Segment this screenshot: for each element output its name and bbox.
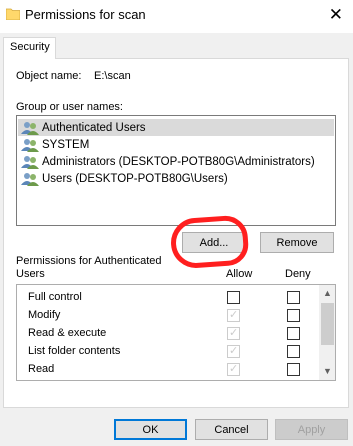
title-bar: Permissions for scan ✕ bbox=[0, 0, 353, 33]
permission-name: Full control bbox=[28, 291, 82, 303]
user-label: Administrators (DESKTOP-POTB80G\Administ… bbox=[42, 155, 315, 168]
allow-column-header: Allow bbox=[226, 268, 253, 280]
deny-checkbox[interactable] bbox=[287, 309, 300, 322]
checkmark-icon: ✓ bbox=[229, 309, 239, 321]
user-group-icon bbox=[21, 155, 39, 169]
permission-name: Read bbox=[28, 363, 55, 375]
user-group-icon bbox=[21, 121, 39, 135]
scroll-thumb[interactable] bbox=[321, 303, 334, 345]
user-label: Authenticated Users bbox=[42, 121, 146, 134]
checkmark-icon: ✓ bbox=[229, 363, 239, 375]
permission-name: Modify bbox=[28, 309, 61, 321]
user-list-item[interactable]: Administrators (DESKTOP-POTB80G\Administ… bbox=[18, 153, 334, 170]
tab-security[interactable]: Security bbox=[3, 37, 56, 59]
allow-checkbox: ✓ bbox=[227, 345, 240, 358]
user-group-icon bbox=[21, 138, 39, 152]
scroll-up-icon[interactable]: ▲ bbox=[319, 285, 335, 302]
user-label: Users (DESKTOP-POTB80G\Users) bbox=[42, 172, 228, 185]
permissions-scrollbar[interactable]: ▲ ▼ bbox=[319, 285, 335, 380]
user-list[interactable]: Authenticated Users SYSTEM Administrator… bbox=[16, 115, 336, 226]
checkmark-icon: ✓ bbox=[229, 327, 239, 339]
scroll-down-icon[interactable]: ▼ bbox=[319, 363, 335, 380]
permission-row: List folder contents ✓ bbox=[17, 343, 319, 361]
ok-button[interactable]: OK bbox=[114, 419, 187, 440]
checkmark-icon: ✓ bbox=[229, 345, 239, 357]
add-button[interactable]: Add... bbox=[182, 232, 246, 253]
allow-checkbox[interactable] bbox=[227, 291, 240, 304]
deny-checkbox[interactable] bbox=[287, 327, 300, 340]
user-group-icon bbox=[21, 172, 39, 186]
deny-checkbox[interactable] bbox=[287, 291, 300, 304]
deny-checkbox[interactable] bbox=[287, 345, 300, 358]
permission-row: Read & execute ✓ bbox=[17, 325, 319, 343]
object-name-label: Object name: bbox=[16, 70, 82, 82]
permission-name: Read & execute bbox=[28, 327, 107, 339]
permission-row: Modify ✓ bbox=[17, 307, 319, 325]
allow-checkbox: ✓ bbox=[227, 327, 240, 340]
permissions-label-user: Users bbox=[16, 268, 45, 280]
permission-name: List folder contents bbox=[28, 345, 121, 357]
cancel-button[interactable]: Cancel bbox=[195, 419, 268, 440]
window-title: Permissions for scan bbox=[25, 7, 146, 22]
user-label: SYSTEM bbox=[42, 138, 90, 151]
folder-icon bbox=[6, 8, 20, 20]
group-names-label: Group or user names: bbox=[16, 101, 123, 113]
allow-checkbox: ✓ bbox=[227, 363, 240, 376]
permissions-label: Permissions for Authenticated bbox=[16, 255, 162, 267]
user-list-item[interactable]: Users (DESKTOP-POTB80G\Users) bbox=[18, 170, 334, 187]
remove-button[interactable]: Remove bbox=[260, 232, 334, 253]
object-name-value: E:\scan bbox=[94, 70, 131, 82]
allow-checkbox: ✓ bbox=[227, 309, 240, 322]
close-icon[interactable]: ✕ bbox=[329, 5, 343, 25]
deny-column-header: Deny bbox=[285, 268, 311, 280]
permission-row: Full control bbox=[17, 289, 319, 307]
permission-row: Read ✓ bbox=[17, 361, 319, 379]
permissions-table: Full control Modify ✓ Read & execute ✓ L… bbox=[16, 284, 336, 381]
deny-checkbox[interactable] bbox=[287, 363, 300, 376]
apply-button: Apply bbox=[275, 419, 348, 440]
user-list-item[interactable]: Authenticated Users bbox=[18, 119, 334, 136]
user-list-item[interactable]: SYSTEM bbox=[18, 136, 334, 153]
